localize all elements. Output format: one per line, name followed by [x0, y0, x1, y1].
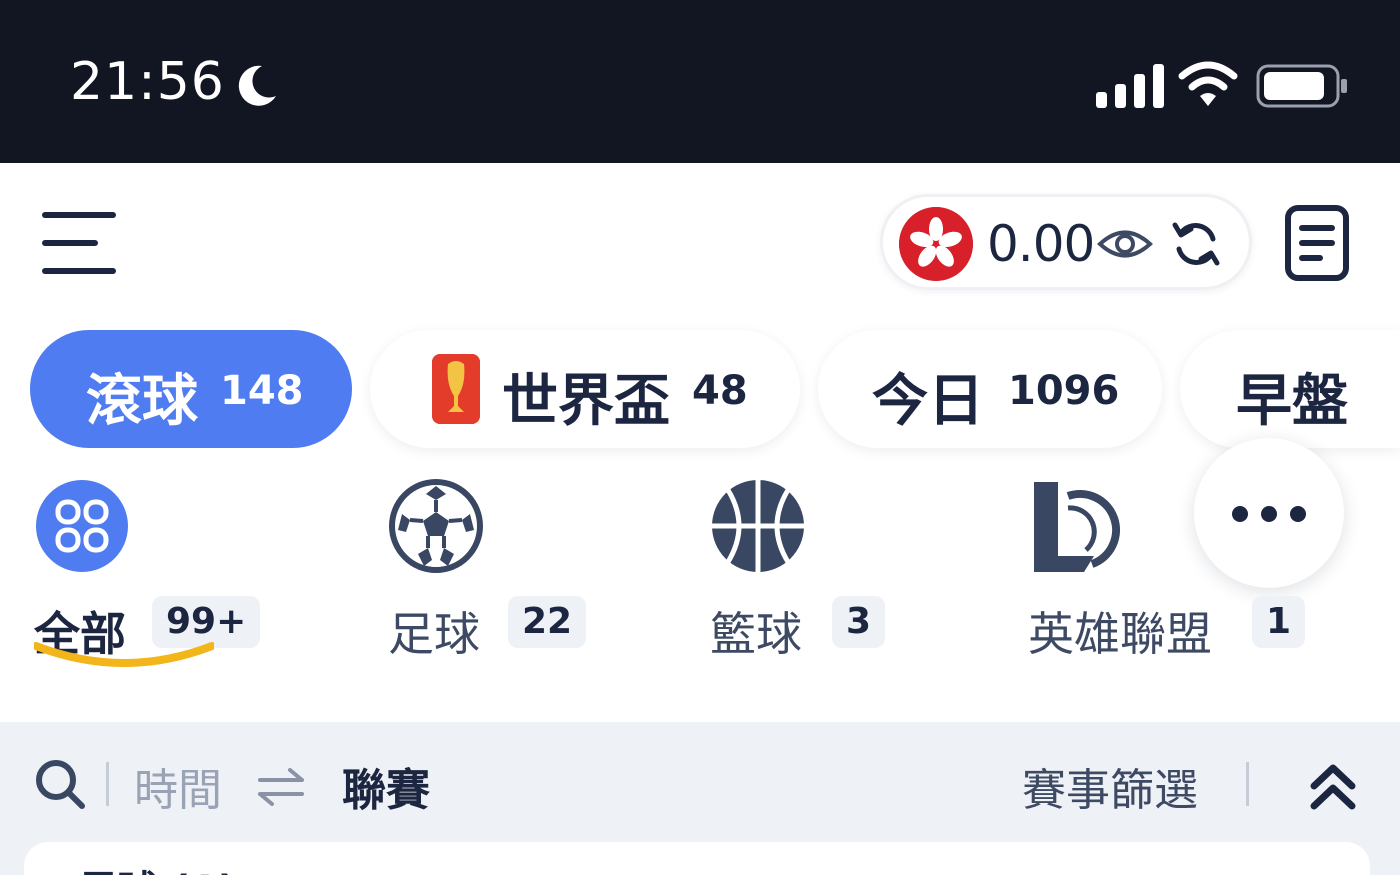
tab-label: 滾球 [86, 369, 198, 434]
moon-icon [238, 65, 276, 106]
basketball-icon [712, 480, 804, 572]
bet-slip-icon[interactable] [1284, 204, 1350, 282]
swap-icon[interactable] [256, 766, 306, 806]
divider [106, 762, 109, 806]
wifi-icon [1178, 61, 1238, 106]
divider [1246, 762, 1249, 806]
eye-icon[interactable] [1097, 223, 1153, 265]
tab-label: 早盤 [1236, 369, 1348, 434]
sport-count-badge: 1 [1252, 596, 1306, 648]
tab-early[interactable]: 早盤 [1180, 330, 1400, 448]
app-screen: 21:56 0.00 滾球 148 世界盃 48 今日 1096 早盤 全部 9… [0, 0, 1400, 875]
hamburger-menu-icon[interactable] [42, 210, 118, 276]
wallet-balance: 0.00 [987, 215, 1095, 273]
sport-label: 籃球 [710, 607, 802, 661]
league-of-legends-icon [1034, 482, 1121, 572]
wallet-balance-pill[interactable]: 0.00 [880, 194, 1252, 290]
tab-world-cup[interactable]: 世界盃 48 [370, 330, 800, 448]
tab-count: 48 [692, 368, 748, 414]
status-time: 21:56 [70, 52, 225, 112]
all-grid-icon [36, 480, 128, 572]
sort-by-time[interactable]: 時間 [134, 754, 222, 818]
double-chevron-up-icon[interactable] [1306, 758, 1360, 812]
soccer-ball-icon [389, 479, 483, 573]
battery-icon [1256, 64, 1347, 108]
sport-label: 英雄聯盟 [1028, 607, 1212, 661]
tab-label: 世界盃 [502, 369, 670, 434]
sport-count-badge: 22 [508, 596, 587, 648]
tab-count: 148 [220, 368, 304, 414]
sport-soccer[interactable]: 足球 22 [388, 478, 608, 678]
sport-count-badge: 3 [832, 596, 886, 648]
active-sport-underline [34, 642, 214, 667]
sport-league-of-legends[interactable]: 英雄聯盟 1 [1028, 478, 1328, 678]
search-icon[interactable] [34, 758, 86, 810]
match-group-card[interactable]: 足球 (1) [24, 842, 1370, 875]
signal-icon [1096, 64, 1164, 108]
status-bar: 21:56 [0, 0, 1400, 163]
world-cup-trophy-icon [432, 354, 480, 424]
refresh-icon[interactable] [1169, 217, 1223, 271]
tab-label: 今日 [872, 369, 984, 434]
tab-today[interactable]: 今日 1096 [818, 330, 1162, 448]
sport-basketball[interactable]: 籃球 3 [710, 478, 910, 678]
sport-label: 足球 [388, 607, 480, 661]
hong-kong-flag-icon [899, 207, 973, 281]
sort-by-league[interactable]: 聯賽 [342, 754, 430, 818]
event-filter-button[interactable]: 賽事篩選 [1022, 754, 1198, 818]
tab-in-play[interactable]: 滾球 148 [30, 330, 352, 448]
tab-count: 1096 [1008, 368, 1120, 414]
match-group-title: 足球 (1) [78, 858, 236, 875]
